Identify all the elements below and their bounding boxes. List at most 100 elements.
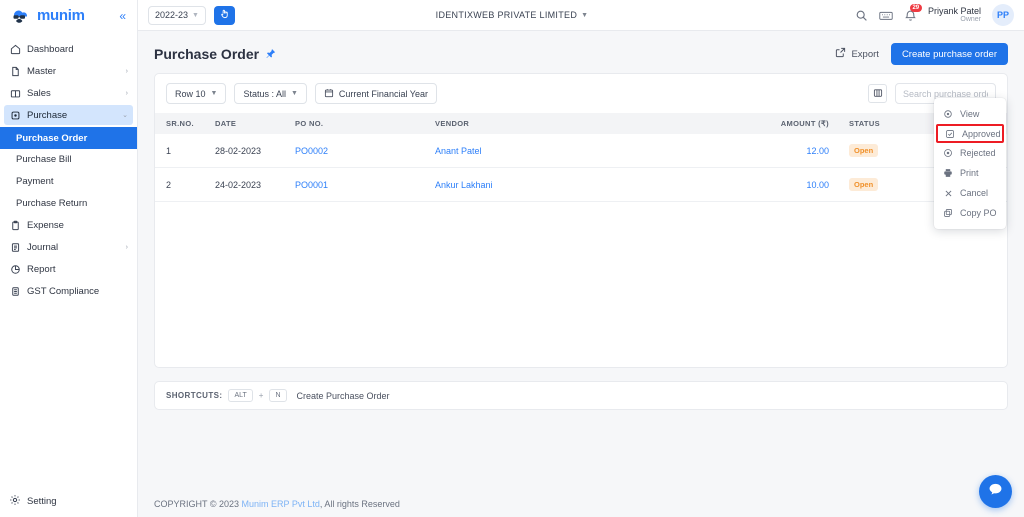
sidebar-item-label: Dashboard [27,43,74,55]
logo-text: munim [37,7,85,24]
create-purchase-order-button[interactable]: Create purchase order [890,43,1008,65]
page-title: Purchase Order [154,46,260,62]
dropdown-item-label: Copy PO [960,208,997,218]
financial-year-select[interactable]: 2022-23 ▼ [148,5,206,25]
shortcut-plus: + [258,391,264,400]
status-badge: Open [849,144,879,157]
column-settings-button[interactable] [868,84,887,103]
vendor-link[interactable]: Anant Patel [435,146,482,156]
chevron-down-icon: ▼ [210,90,218,97]
po-link[interactable]: PO0001 [295,180,328,190]
date-range-label: Current Financial Year [338,88,428,99]
purchase-order-card: Row 10 ▼ Status : All ▼ Current Financia… [154,73,1008,368]
pin-icon[interactable] [266,48,276,60]
vendor-link[interactable]: Ankur Lakhani [435,180,493,190]
sidebar-item-purchase-bill[interactable]: Purchase Bill [0,149,137,169]
status-filter-label: Status : All [243,88,286,99]
cell-date: 24-02-2023 [215,167,295,202]
cell-vendor: Anant Patel [435,134,759,168]
dropdown-item-label: Print [960,168,979,178]
company-name: IDENTIXWEB PRIVATE LIMITED [435,10,578,20]
row-count-label: Row 10 [175,88,206,99]
sidebar-subitem-label: Purchase Return [16,197,88,209]
check-square-icon [945,129,955,139]
export-icon [835,47,846,61]
shortcuts-label: SHORTCUTS: [166,391,223,400]
sidebar-subitem-label: Payment [16,175,54,187]
home-icon [9,43,21,55]
search-icon[interactable] [855,9,868,22]
topbar: 2022-23 ▼ IDENTIXWEB PRIVATE LIMITED ▼ 2… [138,0,1024,31]
sidebar-item-sales[interactable]: Sales › [4,83,133,103]
notification-badge: 29 [909,3,922,12]
dropdown-item-approved[interactable]: Approved [936,124,1004,143]
sidebar-item-expense[interactable]: Expense [4,215,133,235]
journal-icon [9,241,21,253]
column-header-vendor: VENDOR [435,119,470,128]
dropdown-item-view[interactable]: View [934,104,1006,124]
dropdown-item-cancel[interactable]: Cancel [934,183,1006,203]
date-range-select[interactable]: Current Financial Year [314,83,437,104]
sidebar-item-payment[interactable]: Payment [0,171,137,191]
row-count-select[interactable]: Row 10 ▼ [166,83,227,104]
sidebar-item-report[interactable]: Report [4,259,133,279]
book-icon [9,87,21,99]
sidebar-item-dashboard[interactable]: Dashboard [4,39,133,59]
hand-pointer-button[interactable] [213,5,235,25]
copyright-suffix: , All rights Reserved [319,499,400,509]
chevron-down-icon: ▼ [581,11,589,19]
pie-icon [9,263,21,275]
dropdown-item-copy-po[interactable]: Copy PO [934,203,1006,223]
table-row[interactable]: 1 28-02-2023 PO0002 Anant Patel 12.00 Op… [155,134,1007,168]
user-name: Priyank Patel [927,5,981,16]
sidebar-logo[interactable]: munim « [0,0,137,31]
sidebar-item-label: Report [27,263,56,275]
sidebar-item-purchase[interactable]: Purchase ⌄ [4,105,133,125]
sidebar-item-setting[interactable]: Setting [0,494,137,509]
status-filter-select[interactable]: Status : All ▼ [234,83,307,104]
sidebar-collapse-button[interactable]: « [116,8,129,24]
dropdown-item-print[interactable]: Print [934,163,1006,183]
table-body: 1 28-02-2023 PO0002 Anant Patel 12.00 Op… [155,134,1007,202]
sidebar-item-master[interactable]: Master › [4,61,133,81]
sidebar-item-label: Sales [27,87,51,99]
footer: COPYRIGHT © 2023 Munim ERP Pvt Ltd, All … [138,499,1024,517]
cell-status: Open [849,167,929,202]
sidebar-nav: Dashboard Master › Sales › Purchase ⌄ Pu… [0,31,137,303]
export-button[interactable]: Export [835,47,879,61]
sidebar-item-gst-compliance[interactable]: GST Compliance [4,281,133,301]
shortcut-key-n: N [269,389,287,402]
chevron-down-icon: ▼ [290,90,298,97]
column-header-amount: AMOUNT (₹) [780,119,829,128]
company-selector[interactable]: IDENTIXWEB PRIVATE LIMITED ▼ [436,10,589,20]
avatar[interactable]: PP [992,4,1014,26]
topbar-actions: 29 Priyank Patel Owner PP [855,3,1014,26]
bag-icon [9,109,21,121]
chevron-right-icon: › [125,243,128,251]
chat-support-button[interactable] [979,475,1012,508]
table-row[interactable]: 2 24-02-2023 PO0001 Ankur Lakhani 10.00 … [155,167,1007,202]
sidebar-item-journal[interactable]: Journal › [4,237,133,257]
sidebar-item-purchase-return[interactable]: Purchase Return [0,193,137,213]
sidebar-item-label: Journal [27,241,59,253]
cell-status: Open [849,134,929,168]
cell-amount: 12.00 [759,134,849,168]
user-menu[interactable]: Priyank Patel Owner [928,6,981,24]
shortcut-key-alt: ALT [228,389,253,402]
cell-date: 28-02-2023 [215,134,295,168]
po-link[interactable]: PO0002 [295,146,328,156]
notifications-button[interactable]: 29 [904,3,922,22]
keyboard-icon[interactable] [879,10,893,21]
dropdown-item-label: Rejected [960,148,996,158]
financial-year-value: 2022-23 [155,10,189,20]
cell-srno: 2 [155,167,215,202]
column-header-status: STATUS [849,119,880,128]
sidebar-item-purchase-order[interactable]: Purchase Order [0,127,137,149]
eye-icon [943,109,953,119]
cell-pono: PO0001 [295,167,435,202]
sidebar-item-label: GST Compliance [27,285,100,297]
munim-erp-link[interactable]: Munim ERP Pvt Ltd [242,499,320,509]
row-actions-dropdown: View Approved Rejected Print Cancel Copy… [934,98,1006,229]
dropdown-item-rejected[interactable]: Rejected [934,143,1006,163]
close-icon [943,189,953,198]
